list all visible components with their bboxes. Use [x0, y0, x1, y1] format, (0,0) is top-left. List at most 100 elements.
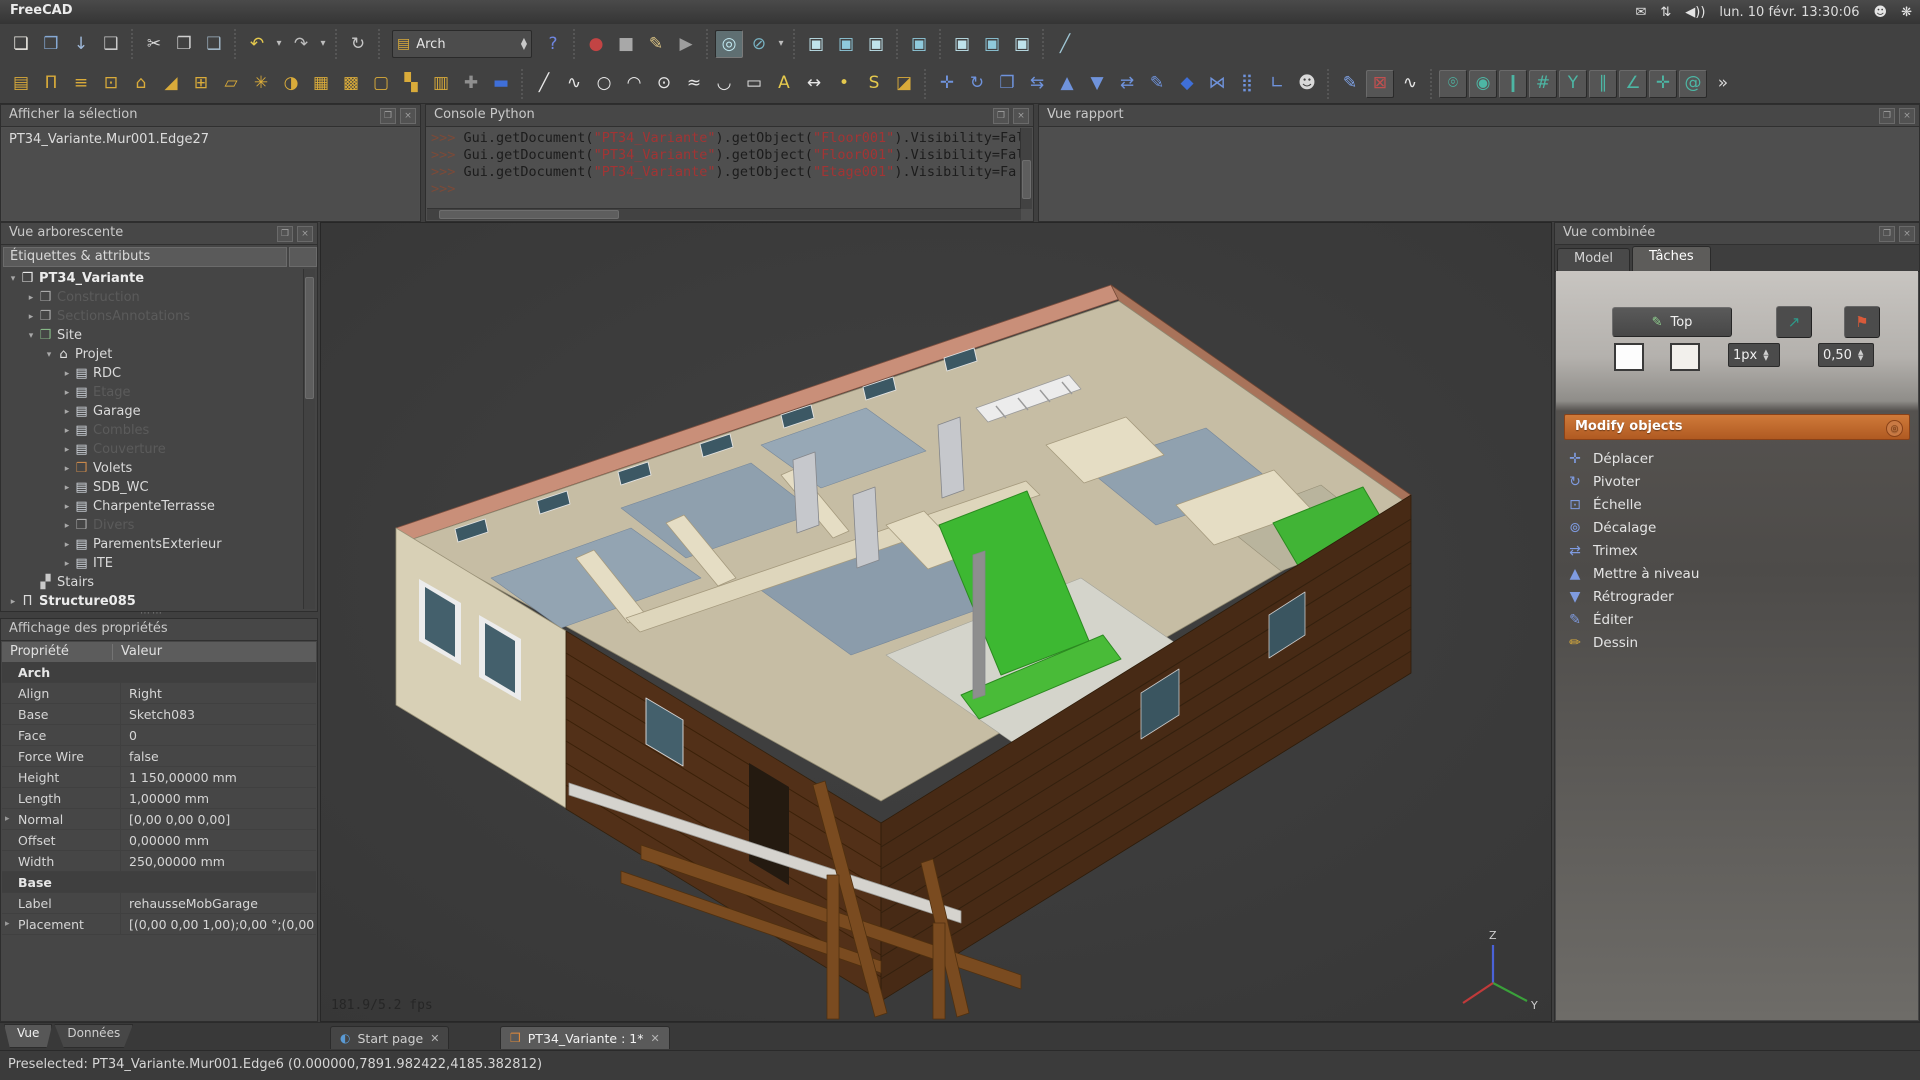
property-value[interactable]: 0 — [120, 725, 316, 745]
draft-bezier-button[interactable]: ◡ — [710, 70, 738, 98]
draft-array-button[interactable]: ⣿ — [1233, 70, 1261, 98]
draft-downgrade-button[interactable]: ▼ — [1083, 70, 1111, 98]
opacity-spinbox[interactable]: 0,50 ▲ ▼ — [1818, 343, 1874, 367]
select-plane-button[interactable]: ↗ — [1776, 306, 1812, 338]
copy-button[interactable]: ❐ — [170, 30, 198, 58]
draft-rotate-button[interactable]: ↻ — [963, 70, 991, 98]
tree-item[interactable]: ▸ ▤ Etage — [3, 383, 301, 402]
draft-circle-button[interactable]: ○ — [590, 70, 618, 98]
draft-wire-button[interactable]: ∿ — [560, 70, 588, 98]
draft-mirror-button[interactable]: ⋈ — [1203, 70, 1231, 98]
tree-item[interactable]: ▸ ❒ Divers — [3, 516, 301, 535]
tab-vue[interactable]: Vue — [4, 1024, 53, 1048]
tree-vertical-scrollbar[interactable] — [303, 269, 315, 609]
snap-grid-button[interactable]: # — [1529, 69, 1557, 98]
tree-expander-icon[interactable]: ▸ — [61, 483, 73, 493]
3d-viewport-canvas[interactable]: Z Y — [321, 223, 1551, 1021]
redo-button[interactable]: ↷ — [287, 30, 315, 58]
3d-viewport[interactable]: Z Y 181.9/5.2 fps — [320, 222, 1552, 1022]
property-value[interactable]: Right — [120, 683, 316, 703]
tree-item[interactable]: ▸ ❒ Volets — [3, 459, 301, 478]
draft-line-button[interactable]: ╱ — [530, 70, 558, 98]
draft-edit-button[interactable]: ✎ — [1143, 70, 1171, 98]
tree-item[interactable]: ▸ ▤ SDB_WC — [3, 478, 301, 497]
tree-item[interactable]: ▸ ▤ CharpenteTerrasse — [3, 497, 301, 516]
snap-ortho-button[interactable]: ✛ — [1649, 69, 1677, 98]
float-panel-icon[interactable]: ❐ — [1879, 226, 1895, 242]
tree-expander-icon[interactable]: ▾ — [25, 331, 37, 341]
snap-lock-button[interactable]: ⌾ — [1439, 69, 1467, 98]
tree-expander-icon[interactable]: ▸ — [61, 445, 73, 455]
document-tab[interactable]: ◐ Start page ✕ — [330, 1026, 450, 1049]
toggle-construction-mode-button[interactable]: ⊠ — [1366, 69, 1394, 98]
tree-expander-icon[interactable]: ▾ — [43, 350, 55, 360]
redo-more-button[interactable]: ▾ — [317, 30, 329, 58]
float-panel-icon[interactable]: ❐ — [277, 226, 293, 242]
close-tab-icon[interactable]: ✕ — [650, 1032, 659, 1045]
selection-list[interactable]: PT34_Variante.Mur001.Edge27 — [2, 128, 419, 220]
property-value[interactable]: rehausseMobGarage — [120, 893, 316, 913]
undo-button[interactable]: ↶ — [243, 30, 271, 58]
arch-axis-button[interactable]: ✳ — [247, 70, 275, 98]
arch-space-button[interactable]: ▢ — [367, 70, 395, 98]
tab-données[interactable]: Données — [54, 1024, 134, 1048]
draft-dimension-button[interactable]: ↔ — [800, 70, 828, 98]
draw-style-button[interactable]: ⊘ — [745, 30, 773, 58]
selection-item[interactable]: PT34_Variante.Mur001.Edge27 — [9, 132, 412, 147]
command-trimex[interactable]: ⇄ Trimex — [1566, 539, 1908, 562]
arch-add-component-button[interactable]: ✚ — [457, 70, 485, 98]
paste-button[interactable]: ❑ — [200, 30, 228, 58]
property-row[interactable]: Offset 0,00000 mm — [2, 830, 316, 851]
refresh-button[interactable]: ↻ — [344, 30, 372, 58]
tree-expander-icon[interactable]: ▸ — [25, 293, 37, 303]
tree-expander-icon[interactable]: ▸ — [61, 407, 73, 417]
tree-item[interactable]: ▞ Stairs — [3, 573, 301, 592]
draft-facebinder-button[interactable]: ◪ — [890, 70, 918, 98]
arch-axis-system-button[interactable]: ◑ — [277, 70, 305, 98]
property-row[interactable]: Face 0 — [2, 725, 316, 746]
arch-window-button[interactable]: ⊞ — [187, 70, 215, 98]
arch-structure-button[interactable]: Π — [37, 70, 65, 98]
snap-special-button[interactable]: @ — [1679, 69, 1707, 98]
console-vertical-scrollbar[interactable] — [1020, 128, 1032, 209]
snap-extension-button[interactable]: ❙ — [1499, 69, 1527, 98]
draft-annotation-button[interactable]: ☻ — [1293, 70, 1321, 98]
property-value[interactable]: [(0,00 0,00 1,00);0,00 °;(0,00 0... — [120, 914, 316, 934]
command-move[interactable]: ✛ Déplacer — [1566, 447, 1908, 470]
draft-wire-tool-button[interactable]: ∿ — [1396, 70, 1424, 98]
draft-join-button[interactable]: ◆ — [1173, 70, 1201, 98]
arch-floor-button[interactable]: ⊡ — [97, 70, 125, 98]
tree-filter-header[interactable]: Étiquettes & attributs — [3, 247, 287, 267]
property-row[interactable]: Height 1 150,00000 mm — [2, 767, 316, 788]
tree-item[interactable]: ▸ ▤ RDC — [3, 364, 301, 383]
property-value[interactable]: false — [120, 746, 316, 766]
view-right-button[interactable]: ▣ — [905, 30, 933, 58]
clock[interactable]: lun. 10 févr. 13:30:06 — [1719, 5, 1859, 20]
command-scale[interactable]: ⊡ Échelle — [1566, 493, 1908, 516]
draft-upgrade-button[interactable]: ▲ — [1053, 70, 1081, 98]
view-rear-button[interactable]: ▣ — [948, 30, 976, 58]
draw-style-more-button[interactable]: ▾ — [775, 30, 787, 58]
command-offset[interactable]: ⊚ Décalage — [1566, 516, 1908, 539]
print-button[interactable]: ❑ — [97, 30, 125, 58]
tree-item[interactable]: ▸ Π Structure085 — [3, 592, 301, 609]
draft-arc-button[interactable]: ◠ — [620, 70, 648, 98]
python-console-input[interactable]: >>> Gui.getDocument("PT34_Variante").get… — [427, 128, 1021, 209]
new-file-button[interactable]: ❏ — [7, 30, 35, 58]
arch-site-button[interactable]: ▩ — [337, 70, 365, 98]
console-horizontal-scrollbar[interactable] — [427, 208, 1021, 220]
draft-trimex-button[interactable]: ⇄ — [1113, 70, 1141, 98]
view-axonometric-button[interactable]: ▣ — [802, 30, 830, 58]
arch-frame-button[interactable]: ▥ — [427, 70, 455, 98]
arch-stairs-button[interactable]: ▚ — [397, 70, 425, 98]
save-file-button[interactable]: ↓ — [67, 30, 95, 58]
mail-icon[interactable]: ✉ — [1635, 5, 1646, 20]
measure-distance-button[interactable]: ╱ — [1051, 30, 1079, 58]
document-tab[interactable]: ❒ PT34_Variante : 1* ✕ — [500, 1026, 670, 1049]
property-value[interactable]: [0,00 0,00 0,00] — [120, 809, 316, 829]
tree-expander-icon[interactable]: ▸ — [61, 540, 73, 550]
draft-ellipse-button[interactable]: ⊙ — [650, 70, 678, 98]
arch-roof-button[interactable]: ◢ — [157, 70, 185, 98]
tree-item[interactable]: ▸ ▤ ParementsExterieur — [3, 535, 301, 554]
arch-panel-button[interactable]: ▱ — [217, 70, 245, 98]
